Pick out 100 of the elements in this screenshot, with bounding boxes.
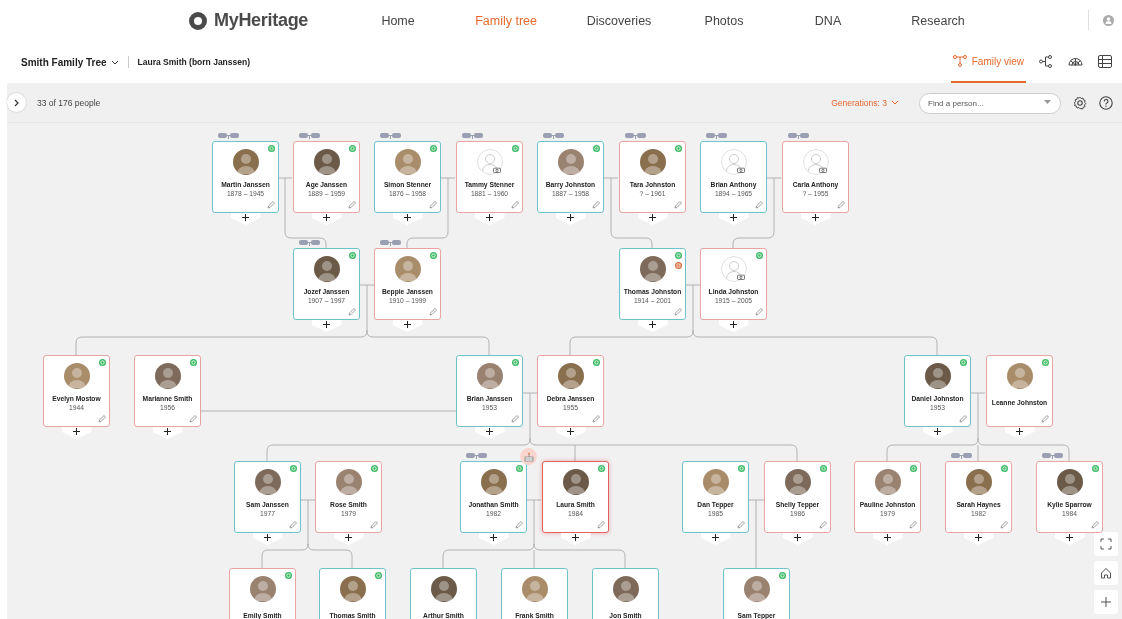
match-badge-icon[interactable] <box>598 465 605 472</box>
add-relative-button[interactable] <box>872 533 903 545</box>
match-badge-icon[interactable] <box>593 359 600 366</box>
edit-icon[interactable] <box>959 415 967 423</box>
match-badge-icon[interactable] <box>190 359 197 366</box>
match-badge-icon[interactable] <box>349 252 356 259</box>
edit-icon[interactable] <box>429 201 437 209</box>
logo-text[interactable]: MyHeritage <box>214 10 309 31</box>
add-relative-button[interactable] <box>560 533 591 545</box>
match-badge-icon[interactable] <box>756 252 763 259</box>
add-relative-button[interactable] <box>1004 427 1035 439</box>
parents-link-icon[interactable] <box>625 132 647 139</box>
add-relative-button[interactable] <box>555 213 586 225</box>
nav-link[interactable]: Research <box>878 9 999 32</box>
add-relative-button[interactable] <box>718 213 749 225</box>
add-relative-button[interactable] <box>718 320 749 332</box>
match-badge-icon[interactable] <box>820 465 827 472</box>
match-badge-icon[interactable] <box>349 145 356 152</box>
add-relative-button[interactable] <box>152 427 183 439</box>
match-badge-icon[interactable] <box>99 359 106 366</box>
add-relative-button[interactable] <box>392 320 423 332</box>
add-relative-button[interactable] <box>700 533 731 545</box>
match-badge-icon[interactable] <box>430 252 437 259</box>
add-relative-button[interactable] <box>392 213 423 225</box>
parents-link-icon[interactable] <box>706 132 728 139</box>
match-badge-icon[interactable] <box>516 465 523 472</box>
add-relative-button[interactable] <box>800 213 831 225</box>
camera-icon[interactable] <box>737 167 745 173</box>
nav-link[interactable]: Photos <box>670 9 779 32</box>
parents-link-icon[interactable] <box>462 132 484 139</box>
nav-link[interactable]: DNA <box>778 9 879 32</box>
parents-link-icon[interactable] <box>380 239 402 246</box>
match-badge-icon[interactable] <box>675 252 682 259</box>
match-badge-icon[interactable] <box>1092 465 1099 472</box>
edit-icon[interactable] <box>511 415 519 423</box>
fullscreen-button[interactable] <box>1094 532 1118 556</box>
match-badge-icon[interactable] <box>960 359 967 366</box>
edit-icon[interactable] <box>755 201 763 209</box>
add-relative-button[interactable] <box>782 533 813 545</box>
parents-link-icon[interactable] <box>466 452 488 459</box>
parents-link-icon[interactable] <box>380 132 402 139</box>
edit-icon[interactable] <box>515 521 523 529</box>
record-badge-icon[interactable] <box>675 262 682 269</box>
add-relative-button[interactable] <box>252 533 283 545</box>
home-button[interactable] <box>1094 561 1118 585</box>
add-relative-button[interactable] <box>922 427 953 439</box>
camera-icon[interactable] <box>819 167 827 173</box>
match-badge-icon[interactable] <box>268 145 275 152</box>
edit-icon[interactable] <box>189 415 197 423</box>
edit-icon[interactable] <box>98 415 106 423</box>
match-badge-icon[interactable] <box>1001 465 1008 472</box>
edit-icon[interactable] <box>737 521 745 529</box>
add-relative-button[interactable] <box>311 213 342 225</box>
edit-icon[interactable] <box>429 308 437 316</box>
camera-icon[interactable] <box>493 167 501 173</box>
add-relative-button[interactable] <box>555 427 586 439</box>
match-badge-icon[interactable] <box>1042 359 1049 366</box>
account-icon[interactable] <box>1103 14 1114 26</box>
edit-icon[interactable] <box>674 308 682 316</box>
match-badge-icon[interactable] <box>290 465 297 472</box>
parents-link-icon[interactable] <box>299 239 321 246</box>
settings-icon[interactable] <box>1073 95 1087 110</box>
parents-link-icon[interactable] <box>788 132 810 139</box>
parents-link-icon[interactable] <box>1042 452 1064 459</box>
edit-icon[interactable] <box>267 201 275 209</box>
edit-icon[interactable] <box>837 201 845 209</box>
nav-link[interactable]: Discoveries <box>568 9 671 32</box>
edit-icon[interactable] <box>370 521 378 529</box>
match-badge-icon[interactable] <box>779 572 786 579</box>
edit-icon[interactable] <box>1000 521 1008 529</box>
match-badge-icon[interactable] <box>512 359 519 366</box>
add-relative-button[interactable] <box>474 213 505 225</box>
edit-icon[interactable] <box>755 308 763 316</box>
add-relative-button[interactable] <box>1054 533 1085 545</box>
edit-icon[interactable] <box>1091 521 1099 529</box>
parents-link-icon[interactable] <box>951 452 973 459</box>
parents-link-icon[interactable] <box>218 132 240 139</box>
parents-link-icon[interactable] <box>543 132 565 139</box>
nav-link[interactable]: Home <box>352 9 445 32</box>
add-relative-button[interactable] <box>637 213 668 225</box>
edit-icon[interactable] <box>592 415 600 423</box>
add-relative-button[interactable] <box>230 213 261 225</box>
dropdown-caret-icon[interactable] <box>1044 100 1051 105</box>
edit-icon[interactable] <box>674 201 682 209</box>
edit-icon[interactable] <box>511 201 519 209</box>
match-badge-icon[interactable] <box>910 465 917 472</box>
match-badge-icon[interactable] <box>738 465 745 472</box>
match-badge-icon[interactable] <box>593 145 600 152</box>
edit-icon[interactable] <box>592 201 600 209</box>
match-badge-icon[interactable] <box>675 145 682 152</box>
match-badge-icon[interactable] <box>371 465 378 472</box>
edit-icon[interactable] <box>909 521 917 529</box>
parents-link-icon[interactable] <box>299 132 321 139</box>
edit-icon[interactable] <box>289 521 297 529</box>
help-icon[interactable] <box>1099 95 1113 110</box>
add-relative-button[interactable] <box>61 427 92 439</box>
match-badge-icon[interactable] <box>375 572 382 579</box>
edit-icon[interactable] <box>597 521 605 529</box>
search-field[interactable]: Find a person... <box>919 93 1061 114</box>
camera-icon[interactable] <box>737 274 745 280</box>
